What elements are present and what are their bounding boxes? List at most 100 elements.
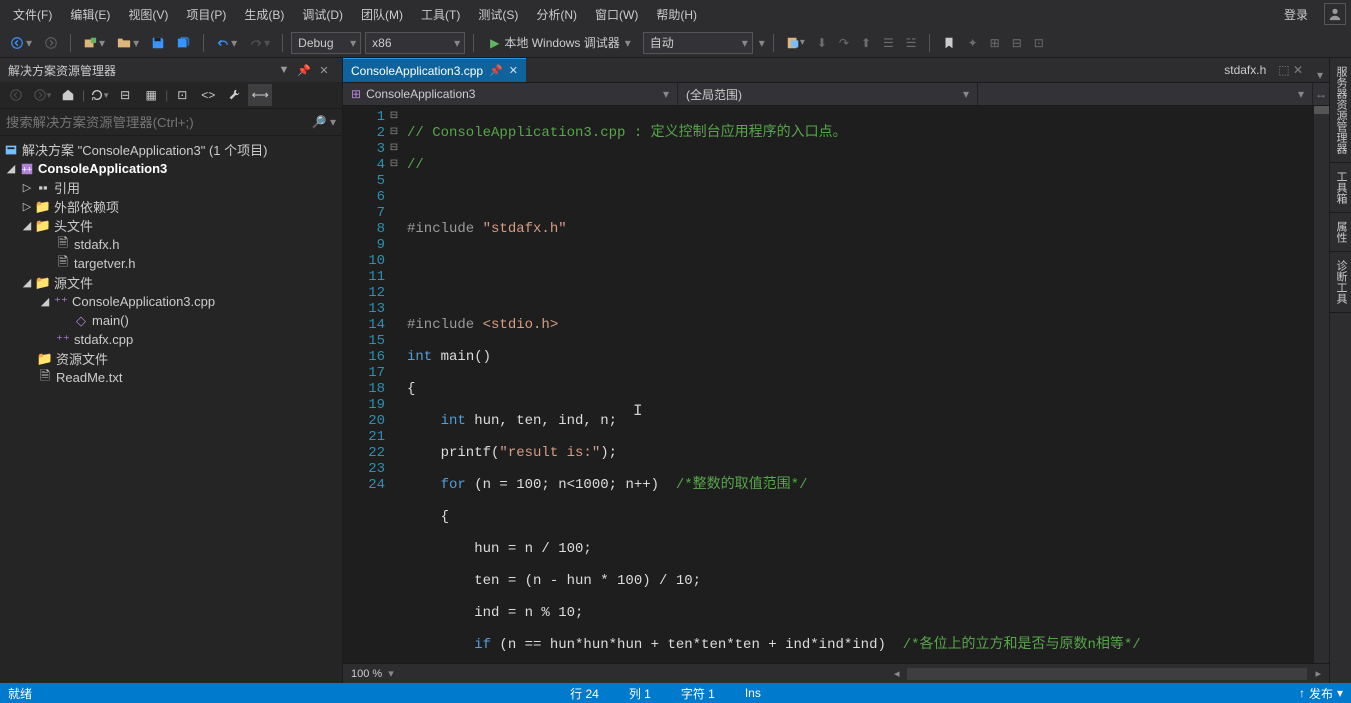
tab-active[interactable]: ConsoleApplication3.cpp📌✕ xyxy=(343,58,526,82)
nav-scope[interactable]: (全局范围)▾ xyxy=(678,83,978,105)
debugger-label: 本地 Windows 调试器 xyxy=(504,34,619,51)
zoom-label[interactable]: 100 % xyxy=(351,668,382,680)
undo-button[interactable]: ▾ xyxy=(212,31,241,55)
split-icon[interactable]: ↔ xyxy=(1313,87,1329,101)
tree-headers[interactable]: ◢📁头文件 xyxy=(0,216,342,235)
nav-fwd-button[interactable] xyxy=(40,31,62,55)
tb-icon-10[interactable]: ⊟ xyxy=(1008,31,1026,55)
config-select[interactable]: Debug xyxy=(291,32,361,54)
tab-overflow-icon[interactable]: ▾ xyxy=(1311,68,1329,82)
pin-icon[interactable]: 📌 xyxy=(489,64,503,77)
save-all-button[interactable] xyxy=(173,31,195,55)
menu-window[interactable]: 窗口(W) xyxy=(587,2,646,27)
menu-file[interactable]: 文件(F) xyxy=(5,2,60,27)
publish-button[interactable]: ↑发布▾ xyxy=(1299,685,1343,702)
menu-test[interactable]: 测试(S) xyxy=(470,2,526,27)
tree-fn[interactable]: ◇main() xyxy=(0,311,342,330)
show-all-icon[interactable]: ▦ xyxy=(139,84,163,106)
tb-icon-1[interactable]: ▾ xyxy=(782,31,809,55)
vtab-toolbox[interactable]: 工具箱 xyxy=(1330,163,1351,213)
tb-icon-8[interactable]: ✦ xyxy=(964,31,982,55)
tree-label: stdafx.h xyxy=(74,237,120,252)
step-into-icon[interactable]: ⬇ xyxy=(813,31,831,55)
solution-tree[interactable]: 解决方案 "ConsoleApplication3" (1 个项目) ◢++Co… xyxy=(0,136,342,683)
code-body[interactable]: // ConsoleApplication3.cpp : 定义控制台应用程序的入… xyxy=(403,106,1329,663)
tab-inactive[interactable]: stdafx.h⬚ ✕ xyxy=(1216,58,1311,82)
line-gutter: ⊟⊟⊟⊟ 12345678910111213141516171819202122… xyxy=(343,106,403,663)
status-ready: 就绪 xyxy=(8,685,32,702)
tree-refs[interactable]: ▷▪▪引用 xyxy=(0,178,342,197)
se-back-icon[interactable] xyxy=(4,84,28,106)
tb-icon-11[interactable]: ⊡ xyxy=(1030,31,1048,55)
step-out-icon[interactable]: ⬆ xyxy=(857,31,875,55)
vtab-diagnostics[interactable]: 诊断工具 xyxy=(1330,252,1351,313)
tree-file[interactable]: ⁺⁺stdafx.cpp xyxy=(0,330,342,349)
dropdown-icon[interactable]: ▼ xyxy=(274,64,294,76)
tree-project[interactable]: ◢++ConsoleApplication3 xyxy=(0,159,342,178)
tree-label: stdafx.cpp xyxy=(74,332,133,347)
hscroll-right-icon[interactable]: ▸ xyxy=(1315,667,1321,680)
zoom-dropdown-icon[interactable]: ▾ xyxy=(388,667,394,680)
redo-button[interactable]: ▾ xyxy=(245,31,274,55)
hscroll-left-icon[interactable]: ◂ xyxy=(894,667,900,680)
se-fwd-icon[interactable]: ▾ xyxy=(30,84,54,106)
vtab-properties[interactable]: 属性 xyxy=(1330,213,1351,252)
nav-member[interactable]: ▾ xyxy=(978,83,1313,105)
menu-build[interactable]: 生成(B) xyxy=(236,2,292,27)
nav-project[interactable]: ⊞ConsoleApplication3▾ xyxy=(343,83,678,105)
save-button[interactable] xyxy=(147,31,169,55)
statusbar: 就绪 行 24 列 1 字符 1 Ins ↑发布▾ xyxy=(0,683,1351,703)
se-search-input[interactable] xyxy=(6,115,312,130)
tree-file[interactable]: 🗎targetver.h xyxy=(0,254,342,273)
props-icon[interactable]: ⊡ xyxy=(170,84,194,106)
tree-sources[interactable]: ◢📁源文件 xyxy=(0,273,342,292)
svg-text:++: ++ xyxy=(22,164,32,174)
menu-edit[interactable]: 编辑(E) xyxy=(62,2,118,27)
step-over-icon[interactable]: ↷ xyxy=(835,31,853,55)
refresh-icon[interactable]: ▾ xyxy=(87,84,111,106)
auto-select[interactable]: 自动 xyxy=(643,32,753,54)
menu-project[interactable]: 项目(P) xyxy=(178,2,234,27)
solution-explorer: 解决方案资源管理器 ▼ 📌 ✕ ▾ | ▾ ⊟ ▦ | ⊡ <> ⟷ 🔎 ▾ 解… xyxy=(0,58,343,683)
tree-file[interactable]: 🗎ReadMe.txt xyxy=(0,368,342,387)
tree-external[interactable]: ▷📁外部依赖项 xyxy=(0,197,342,216)
menu-view[interactable]: 视图(V) xyxy=(120,2,176,27)
se-active-icon[interactable]: ⟷ xyxy=(248,84,272,106)
open-file-button[interactable]: ▾ xyxy=(113,31,143,55)
platform-select[interactable]: x86 xyxy=(365,32,465,54)
close-icon[interactable]: ✕ xyxy=(314,64,334,77)
vtab-server-explorer[interactable]: 服务器资源管理器 xyxy=(1330,58,1351,163)
tb-icon-6[interactable]: ☱ xyxy=(902,31,921,55)
hscrollbar[interactable] xyxy=(907,668,1307,680)
tree-solution[interactable]: 解决方案 "ConsoleApplication3" (1 个项目) xyxy=(0,140,342,159)
tb-icon-5[interactable]: ☰ xyxy=(879,31,898,55)
user-icon[interactable] xyxy=(1324,3,1346,25)
start-debug-button[interactable]: ▶本地 Windows 调试器▾ xyxy=(482,31,639,55)
bookmark-icon[interactable] xyxy=(938,31,960,55)
menu-help[interactable]: 帮助(H) xyxy=(648,2,705,27)
menu-debug[interactable]: 调试(D) xyxy=(294,2,351,27)
se-search[interactable]: 🔎 ▾ xyxy=(0,108,342,136)
upload-icon: ↑ xyxy=(1299,686,1305,700)
tree-res[interactable]: 📁资源文件 xyxy=(0,349,342,368)
editor-footer: 100 % ▾ ◂ ▸ xyxy=(343,663,1329,683)
pin-icon[interactable]: 📌 xyxy=(294,64,314,77)
home-icon[interactable] xyxy=(56,84,80,106)
login-link[interactable]: 登录 xyxy=(1276,2,1316,27)
tree-file[interactable]: 🗎stdafx.h xyxy=(0,235,342,254)
menu-analyze[interactable]: 分析(N) xyxy=(528,2,585,27)
view-code-icon[interactable]: <> xyxy=(196,84,220,106)
tree-label: 引用 xyxy=(54,178,80,197)
wrench-icon[interactable] xyxy=(222,84,246,106)
menu-tools[interactable]: 工具(T) xyxy=(413,2,468,27)
tree-file[interactable]: ◢⁺⁺ConsoleApplication3.cpp xyxy=(0,292,342,311)
menu-team[interactable]: 团队(M) xyxy=(353,2,411,27)
close-icon[interactable]: ✕ xyxy=(509,64,518,77)
tb-icon-9[interactable]: ⊞ xyxy=(986,31,1004,55)
new-project-button[interactable]: ▾ xyxy=(79,31,109,55)
nav-back-button[interactable]: ▾ xyxy=(6,31,36,55)
code-editor[interactable]: ⊟⊟⊟⊟ 12345678910111213141516171819202122… xyxy=(343,106,1329,663)
nav-label: ConsoleApplication3 xyxy=(366,87,475,101)
collapse-icon[interactable]: ⊟ xyxy=(113,84,137,106)
scrollbar[interactable] xyxy=(1314,106,1329,663)
